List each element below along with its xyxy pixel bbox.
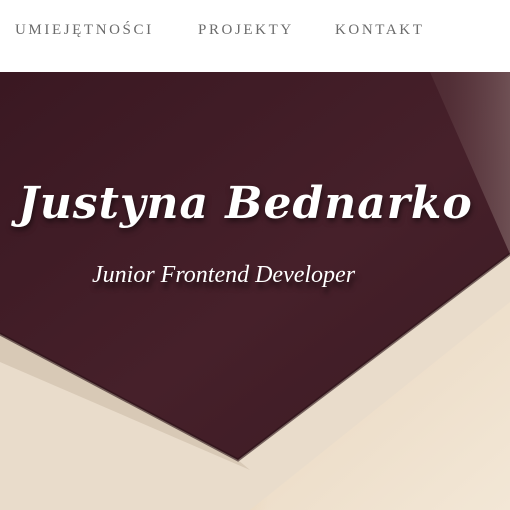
nav-link-umiejetnosci[interactable]: UMIEJĘTNOŚCI bbox=[15, 22, 154, 39]
top-navbar: UMIEJĘTNOŚCI PROJEKTY KONTAKT bbox=[0, 0, 510, 72]
hero-section: Justyna Bednarko Junior Frontend Develop… bbox=[0, 72, 510, 510]
hero-name-heading: Justyna Bednarko bbox=[18, 178, 473, 229]
hero-background-image bbox=[0, 72, 510, 510]
nav-link-projekty[interactable]: PROJEKTY bbox=[198, 22, 294, 39]
hero-subtitle: Junior Frontend Developer bbox=[92, 262, 356, 288]
nav-link-kontakt[interactable]: KONTAKT bbox=[335, 22, 425, 39]
